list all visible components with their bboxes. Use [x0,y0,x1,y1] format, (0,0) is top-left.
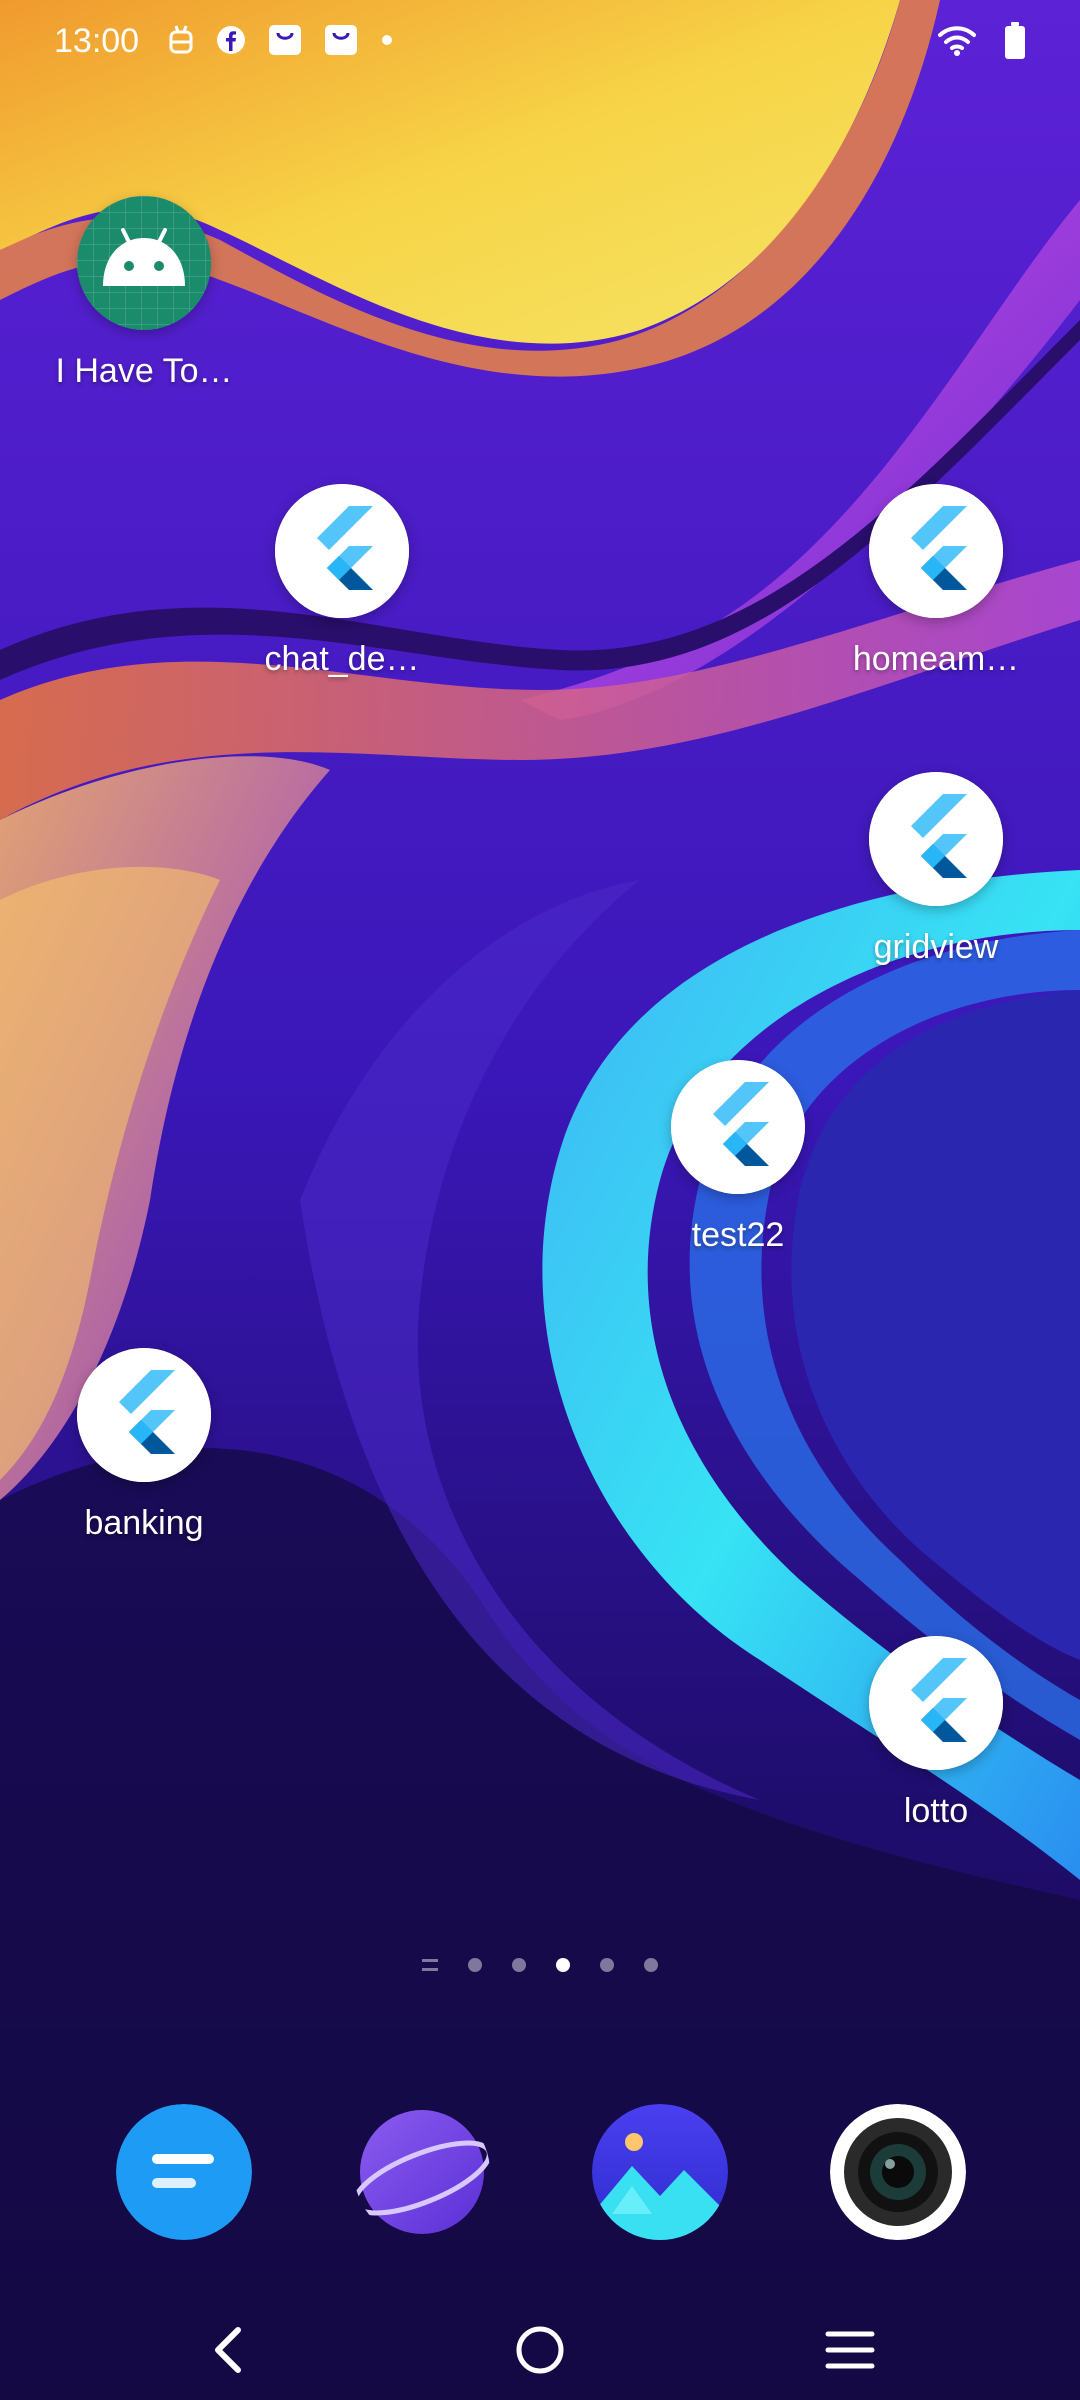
app-gridview[interactable]: gridview [826,772,1046,967]
app-label: homeam… [852,640,1020,678]
shopping-bag-icon [269,25,301,55]
app-label: chat_de… [264,640,420,678]
flutter-icon [869,484,1003,618]
battery-icon [1005,22,1025,59]
home-button[interactable] [500,2310,580,2390]
back-icon [215,2327,241,2373]
home-icon [516,2326,564,2374]
app-i-have-to[interactable]: I Have To… [34,196,254,391]
notification-icons [168,24,394,56]
flutter-icon [77,1348,211,1482]
status-right-icons [938,22,1026,60]
app-lotto[interactable]: lotto [826,1636,1046,1831]
page-indicator[interactable] [0,1958,1080,1972]
page-dot[interactable] [644,1958,658,1972]
camera-icon[interactable] [830,2104,966,2240]
flutter-icon [671,1060,805,1194]
app-label: banking [84,1504,204,1542]
app-label: lotto [903,1792,969,1830]
app-chat-de[interactable]: chat_de… [232,484,452,679]
dot-icon [382,35,392,45]
flutter-icon [869,772,1003,906]
navigation-bar [0,2290,1080,2400]
dock [0,2104,1080,2244]
recents-button[interactable] [810,2310,890,2390]
app-label: I Have To… [55,352,233,390]
messages-icon[interactable] [116,2104,252,2240]
status-bar: 13:00 [0,0,1080,90]
android-notification-icon [169,25,193,54]
app-banking[interactable]: banking [34,1348,254,1543]
app-label: gridview [873,928,999,966]
status-time: 13:00 [54,22,140,60]
browser-planet-icon[interactable] [354,2104,490,2240]
page-dot[interactable] [468,1958,482,1972]
android-icon [77,196,211,330]
page-dot-active[interactable] [556,1958,570,1972]
recents-menu-icon [825,2331,875,2369]
page-dot[interactable] [512,1958,526,1972]
app-homeam[interactable]: homeam… [826,484,1046,679]
shopping-bag-icon [325,25,357,55]
page-indicator-list-icon[interactable] [422,1959,438,1971]
facebook-icon [217,26,245,54]
gallery-icon[interactable] [592,2104,728,2240]
flutter-icon [869,1636,1003,1770]
wifi-icon [938,26,976,56]
flutter-icon [275,484,409,618]
app-label: test22 [691,1216,785,1254]
app-test22[interactable]: test22 [628,1060,848,1255]
page-dot[interactable] [600,1958,614,1972]
back-button[interactable] [188,2310,268,2390]
